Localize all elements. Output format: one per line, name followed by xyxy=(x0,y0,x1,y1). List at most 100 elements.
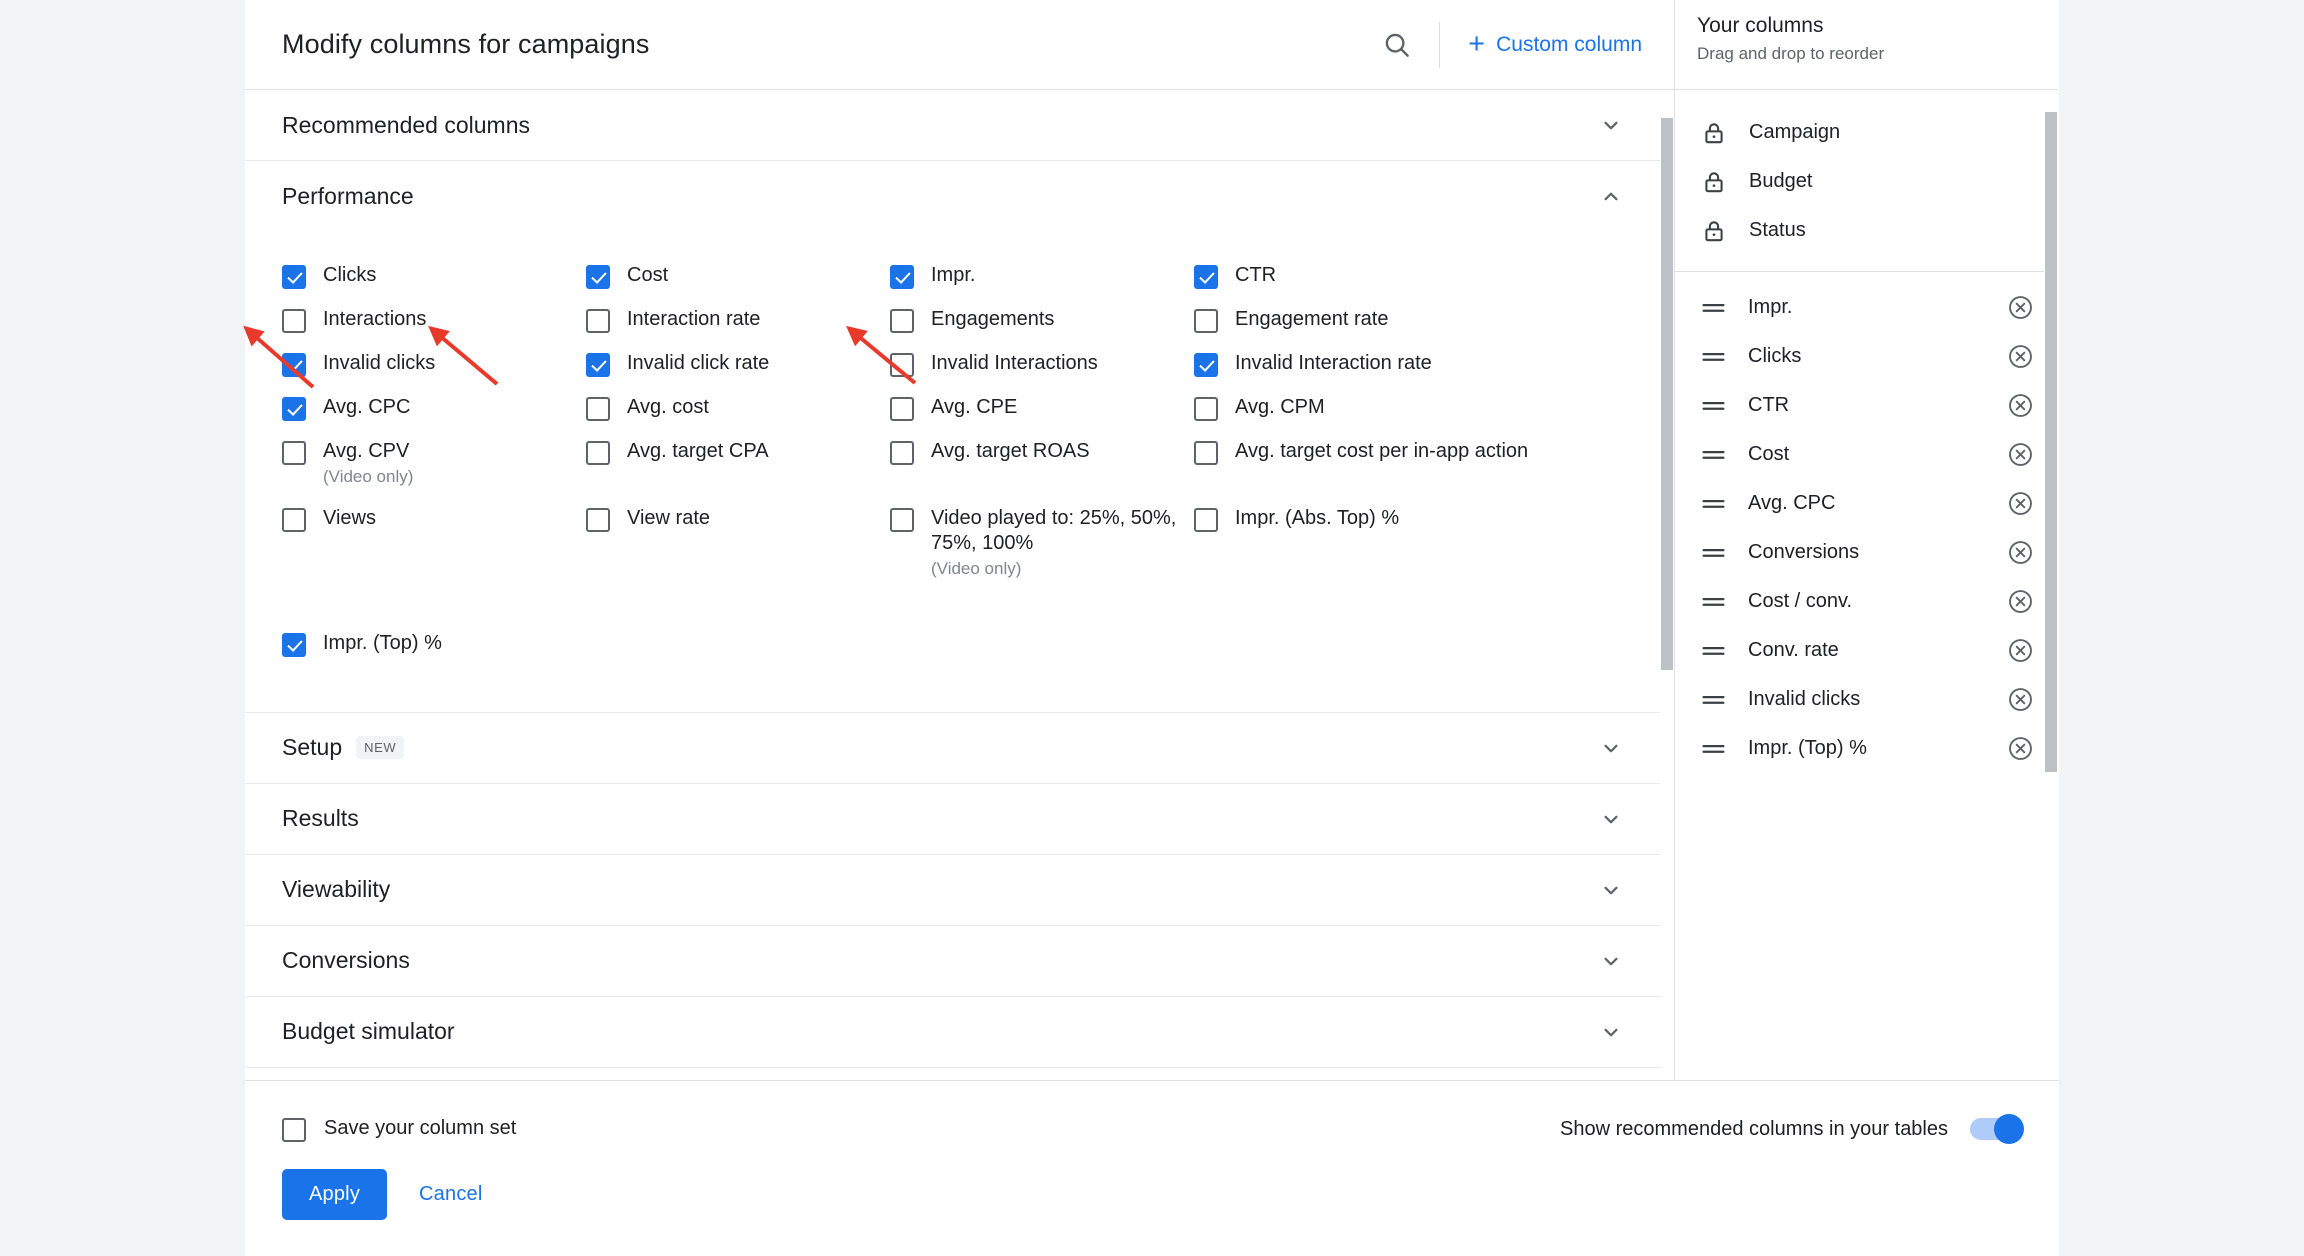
remove-column-button[interactable] xyxy=(2007,392,2034,419)
column-list-item[interactable]: Clicks xyxy=(1675,332,2058,381)
performance-checkbox[interactable]: Engagement rate xyxy=(1194,298,1637,342)
locked-column-item: Campaign xyxy=(1675,108,2058,157)
performance-checkbox[interactable]: Engagements xyxy=(890,298,1194,342)
checkbox-unchecked xyxy=(890,309,914,333)
section-setup[interactable]: Setup NEW xyxy=(245,713,1674,784)
performance-checkbox[interactable]: Invalid Interactions xyxy=(890,342,1194,386)
your-columns-scroll-area: Campaign Budget Status Impr. Clicks CTR Cost A… xyxy=(1675,90,2058,1080)
cancel-button[interactable]: Cancel xyxy=(401,1169,500,1220)
locked-column-label: Campaign xyxy=(1749,121,1841,143)
checkbox-label: Video played to: 25%, 50%, 75%, 100% xyxy=(931,506,1177,555)
remove-column-button[interactable] xyxy=(2007,637,2034,664)
remove-column-button[interactable] xyxy=(2007,735,2034,762)
performance-checkbox[interactable]: Avg. CPE xyxy=(890,386,1194,430)
section-performance[interactable]: Performance xyxy=(245,161,1674,232)
remove-icon xyxy=(2009,590,2032,613)
performance-checkbox[interactable]: Interaction rate xyxy=(586,298,890,342)
performance-checkbox[interactable]: Invalid clicks xyxy=(282,342,586,386)
checkbox-checked xyxy=(1194,353,1218,377)
performance-checkbox[interactable]: Clicks xyxy=(282,254,586,298)
column-list-item[interactable]: Impr. xyxy=(1675,283,2058,332)
performance-checkbox[interactable]: Invalid Interaction rate xyxy=(1194,342,1637,386)
scrollbar-thumb[interactable] xyxy=(1661,118,1673,670)
performance-checkbox[interactable]: CTR xyxy=(1194,254,1637,298)
checkbox-box xyxy=(282,1118,306,1142)
search-icon xyxy=(1385,33,1409,57)
column-list-item[interactable]: Cost / conv. xyxy=(1675,577,2058,626)
remove-column-button[interactable] xyxy=(2007,441,2034,468)
performance-checkbox[interactable]: Impr. (Top) % xyxy=(282,622,1637,666)
remove-column-button[interactable] xyxy=(2007,294,2034,321)
performance-checkbox[interactable]: Avg. CPC xyxy=(282,386,586,430)
checkbox-labels: Impr. (Top) % xyxy=(323,631,442,657)
performance-checkbox[interactable]: Avg. CPV (Video only) xyxy=(282,430,586,497)
column-list-item[interactable]: Impr. (Top) % xyxy=(1675,724,2058,773)
your-columns-subtitle: Drag and drop to reorder xyxy=(1697,44,1885,63)
custom-column-button[interactable]: + Custom column xyxy=(1462,22,1648,67)
section-viewability[interactable]: Viewability xyxy=(245,855,1674,926)
remove-column-button[interactable] xyxy=(2007,343,2034,370)
checkbox-labels: Avg. target ROAS xyxy=(931,439,1090,465)
checkbox-unchecked xyxy=(282,507,306,532)
scrollbar-thumb[interactable] xyxy=(2045,112,2057,772)
apply-button[interactable]: Apply xyxy=(282,1169,388,1220)
performance-checkbox[interactable]: Avg. CPM xyxy=(1194,386,1637,430)
your-columns-header: Your columns Drag and drop to reorder xyxy=(1675,0,2058,90)
column-list-item[interactable]: Invalid clicks xyxy=(1675,675,2058,724)
save-column-set-label: Save your column set xyxy=(324,1117,517,1140)
performance-checkbox[interactable]: View rate xyxy=(586,497,890,589)
checkbox-label: Impr. (Top) % xyxy=(323,631,442,654)
section-label: Results xyxy=(282,805,359,832)
section-budget-simulator[interactable]: Budget simulator xyxy=(245,997,1674,1068)
performance-checkbox[interactable]: Avg. target ROAS xyxy=(890,430,1194,497)
performance-checkbox[interactable]: Avg. target cost per in-app action xyxy=(1194,430,1637,497)
remove-column-button[interactable] xyxy=(2007,539,2034,566)
checkbox-sublabel: (Video only) xyxy=(931,558,1022,578)
checkbox-label: Engagements xyxy=(931,308,1055,330)
lock-icon xyxy=(1705,122,1723,143)
performance-checkbox[interactable]: Invalid click rate xyxy=(586,342,890,386)
checkbox-label: Avg. CPM xyxy=(1235,396,1325,418)
drag-handle-icon xyxy=(1702,646,1725,655)
checkbox-labels: Invalid clicks xyxy=(323,351,435,377)
checkbox-label: Impr. (Abs. Top) % xyxy=(1235,506,1400,529)
performance-checkbox[interactable]: Impr. xyxy=(890,254,1194,298)
column-list-item[interactable]: Conv. rate xyxy=(1675,626,2058,675)
performance-checkbox[interactable]: Cost xyxy=(586,254,890,298)
right-pane-scrollbar[interactable] xyxy=(2044,90,2058,1080)
checkbox-label: Cost xyxy=(627,264,669,286)
performance-checkbox[interactable]: Video played to: 25%, 50%, 75%, 100% (Vid… xyxy=(890,497,1194,589)
show-recommended-toggle[interactable]: Show recommended columns in your tables xyxy=(1560,1114,2024,1144)
column-list-item[interactable]: Conversions xyxy=(1675,528,2058,577)
remove-column-button[interactable] xyxy=(2007,588,2034,615)
performance-checkbox[interactable]: Avg. target CPA xyxy=(586,430,890,497)
left-pane-scrollbar[interactable] xyxy=(1660,90,1674,1080)
section-conversions[interactable]: Conversions xyxy=(245,926,1674,997)
performance-checkbox[interactable]: Views xyxy=(282,497,586,589)
column-list-item[interactable]: Cost xyxy=(1675,430,2058,479)
remove-column-button[interactable] xyxy=(2007,686,2034,713)
column-list-item[interactable]: CTR xyxy=(1675,381,2058,430)
dialog-footer: Save your column set Show recommended co… xyxy=(245,1080,2059,1256)
performance-checkbox[interactable]: Impr. (Abs. Top) % xyxy=(1194,497,1637,589)
column-list-item[interactable]: Avg. CPC xyxy=(1675,479,2058,528)
remove-icon xyxy=(2009,737,2032,760)
checkbox-unchecked xyxy=(1194,309,1218,333)
section-results[interactable]: Results xyxy=(245,784,1674,855)
section-recommended-columns[interactable]: Recommended columns xyxy=(245,90,1674,161)
search-button[interactable] xyxy=(1369,17,1425,73)
remove-icon xyxy=(2009,394,2032,417)
save-column-set-checkbox[interactable]: Save your column set xyxy=(282,1116,516,1142)
locked-columns-list: Campaign Budget Status xyxy=(1675,90,2058,272)
your-columns-title: Your columns xyxy=(1697,14,1824,37)
remove-icon xyxy=(2009,492,2032,515)
checkbox-labels: Avg. CPV (Video only) xyxy=(323,439,413,488)
performance-checkbox[interactable]: Interactions xyxy=(282,298,586,342)
remove-column-button[interactable] xyxy=(2007,490,2034,517)
lock-icon xyxy=(1705,171,1723,192)
checkbox-unchecked xyxy=(586,507,610,532)
performance-checkbox[interactable]: Avg. cost xyxy=(586,386,890,430)
toggle-switch[interactable] xyxy=(1970,1114,2024,1144)
checkbox-unchecked xyxy=(890,507,914,532)
section-label: Performance xyxy=(282,183,414,209)
